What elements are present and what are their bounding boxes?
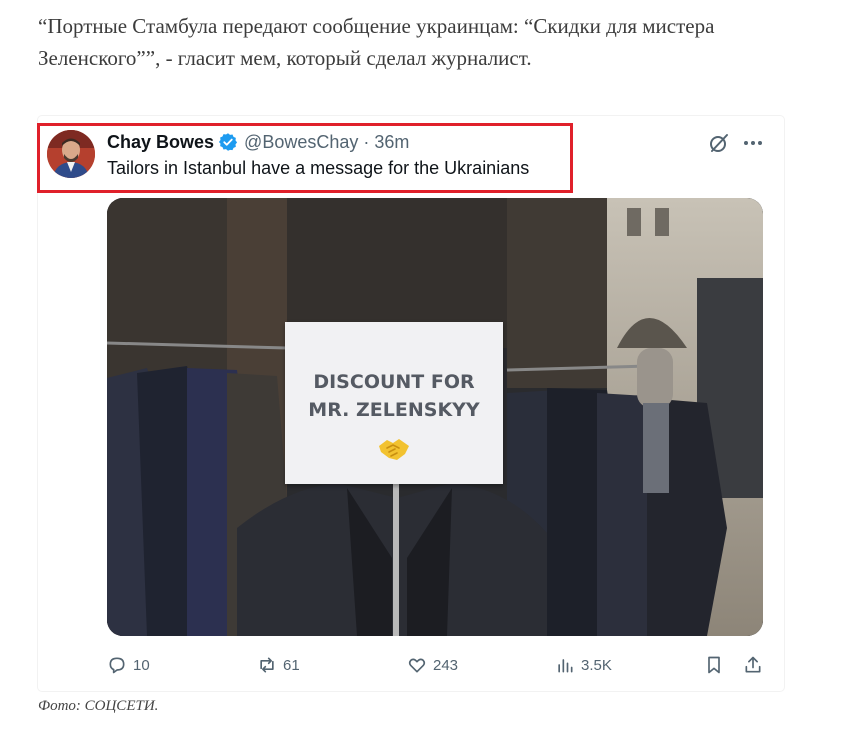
photo-caption: Фото: СОЦСЕТИ. (38, 698, 159, 714)
repost-count: 61 (283, 656, 300, 674)
views-icon (558, 659, 573, 673)
reply-icon (109, 657, 125, 674)
tweet-photo[interactable]: DISCOUNT FOR MR. ZELENSKYY (107, 198, 763, 636)
repost-icon (260, 657, 274, 673)
handshake-emoji-icon (377, 434, 411, 464)
repost-button[interactable]: 61 (257, 651, 300, 679)
more-icon[interactable] (741, 131, 765, 155)
grok-icon[interactable] (707, 131, 731, 155)
views-button[interactable]: 3.5K (555, 651, 612, 679)
share-icon (745, 656, 761, 673)
bookmark-icon (708, 656, 720, 674)
tweet-action-bar: 10 61 243 3.5K (107, 651, 767, 679)
views-count: 3.5K (581, 656, 612, 674)
sign-text-line1: DISCOUNT FOR (313, 371, 475, 393)
reply-count: 10 (133, 656, 150, 674)
discount-sign: DISCOUNT FOR MR. ZELENSKYY (285, 322, 503, 484)
like-button[interactable]: 243 (407, 651, 458, 679)
red-highlight-frame (37, 123, 573, 193)
bookmark-button[interactable] (704, 651, 730, 679)
sign-text-line2: MR. ZELENSKYY (308, 399, 480, 421)
like-count: 243 (433, 656, 459, 674)
share-button[interactable] (743, 651, 769, 679)
article-lead-text: “Портные Стамбула передают сообщение укр… (38, 14, 715, 70)
like-icon (408, 658, 426, 673)
reply-button[interactable]: 10 (107, 651, 150, 679)
